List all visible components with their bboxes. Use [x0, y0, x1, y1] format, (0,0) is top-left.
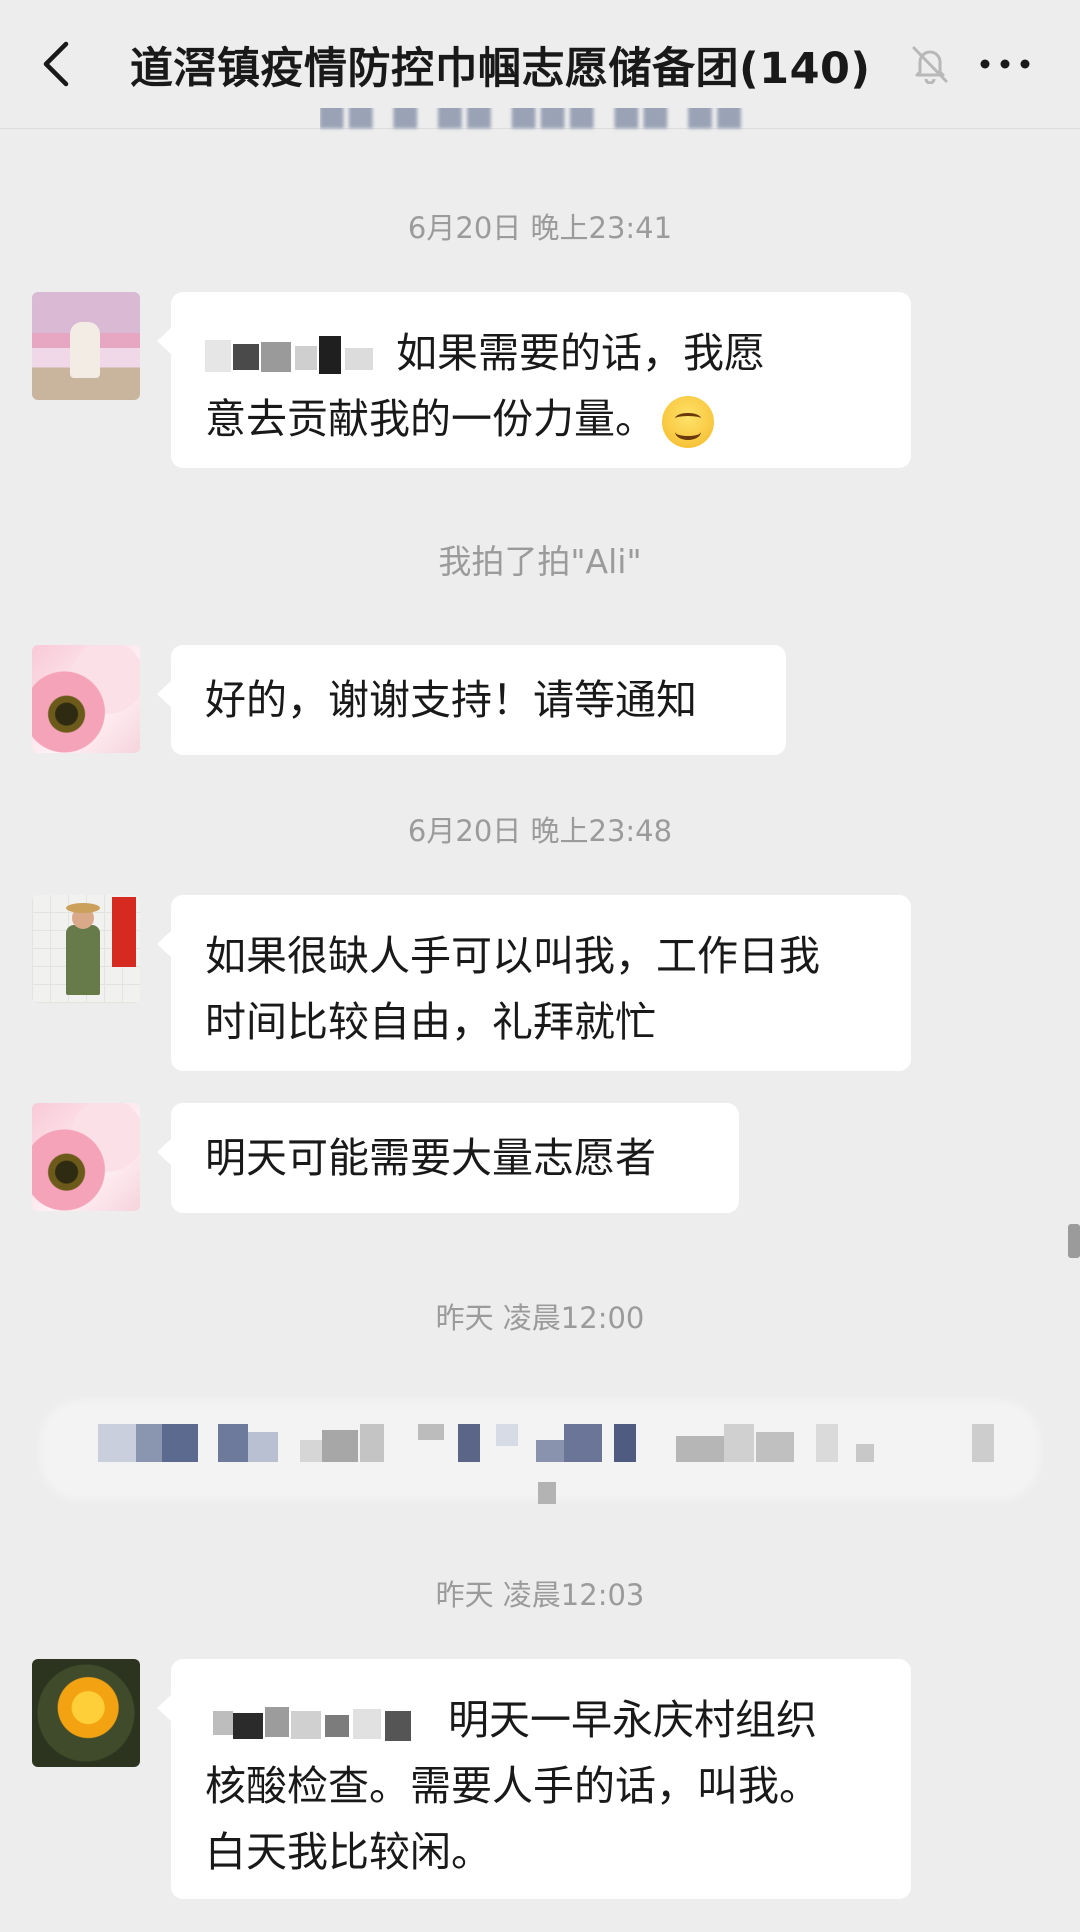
scrollbar-thumb[interactable]	[1068, 1224, 1080, 1258]
message-bubble[interactable]: 明天可能需要大量志愿者	[157, 1103, 739, 1213]
back-chevron-icon[interactable]	[34, 38, 84, 90]
redacted-mention	[205, 336, 383, 376]
message-text: 白天我比较闲。	[205, 1828, 492, 1876]
message-text: 如果需要的话，我愿	[396, 329, 766, 377]
message-line: 如果需要的话，我愿	[205, 320, 877, 386]
message-text: 如果很缺人手可以叫我，工作日我	[205, 932, 820, 980]
message-text: 明天可能需要大量志愿者	[205, 1134, 656, 1182]
system-pat-message: 我拍了拍"Ali"	[438, 542, 642, 581]
more-dots-icon[interactable]	[975, 46, 1035, 82]
chat-title: 道滘镇疫情防控巾帼志愿储备团(140)	[130, 44, 871, 94]
avatar[interactable]	[32, 292, 140, 400]
redacted-system-notice	[40, 1400, 1040, 1500]
timestamp: 6月20日 晚上23:48	[407, 814, 673, 848]
message-text: 好的，谢谢支持！请等通知	[205, 676, 697, 724]
timestamp: 昨天 凌晨12:03	[435, 1578, 645, 1612]
avatar[interactable]	[32, 645, 140, 753]
message-bubble[interactable]: 如果需要的话，我愿 意去贡献我的一份力量。	[157, 292, 911, 468]
message-text: 时间比较自由，礼拜就忙	[205, 998, 656, 1046]
avatar[interactable]	[32, 1103, 140, 1211]
timestamp: 昨天 凌晨12:00	[435, 1301, 645, 1335]
message-text: 明天一早永庆村组织	[448, 1696, 818, 1744]
avatar[interactable]	[32, 895, 140, 1003]
message-line: 明天一早永庆村组织	[205, 1687, 877, 1753]
avatar[interactable]	[32, 1659, 140, 1767]
timestamp: 6月20日 晚上23:41	[407, 211, 673, 245]
message-bubble[interactable]: 好的，谢谢支持！请等通知	[157, 645, 786, 755]
bell-muted-icon	[912, 46, 948, 84]
message-bubble[interactable]: 明天一早永庆村组织 核酸检查。需要人手的话，叫我。 白天我比较闲。	[157, 1659, 911, 1899]
smiling-face-emoji	[662, 396, 714, 448]
message-text: 核酸检查。需要人手的话，叫我。	[205, 1762, 820, 1810]
redacted-mention	[205, 1703, 435, 1743]
message-line: 意去贡献我的一份力量。	[205, 386, 877, 452]
message-text: 意去贡献我的一份力量。	[205, 395, 656, 443]
scrolled-off-system-text: ▆▆ ▆ ▆▆ ▆▆▆ ▆▆ ▆▆	[320, 108, 747, 129]
message-bubble[interactable]: 如果很缺人手可以叫我，工作日我 时间比较自由，礼拜就忙	[157, 895, 911, 1071]
